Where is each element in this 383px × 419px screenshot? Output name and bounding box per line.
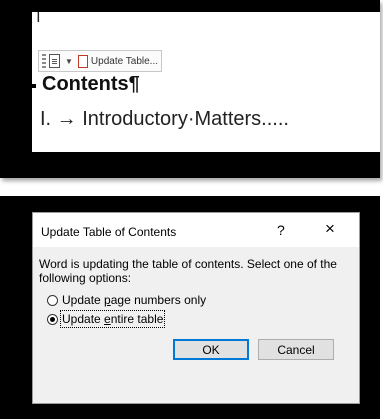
option-label-post: ntire table — [110, 312, 164, 326]
update-table-icon[interactable] — [77, 54, 88, 68]
update-table-button[interactable]: Update Table... — [91, 56, 158, 67]
toc-content-control-toolbar: ▼ Update Table... — [38, 50, 163, 72]
document-area: | ▼ Update Table... Contents¶ I. → Intro… — [32, 12, 380, 152]
help-icon[interactable]: ? — [277, 222, 285, 238]
toc-heading: Contents¶ — [42, 73, 140, 95]
radio-entire-table[interactable] — [47, 313, 58, 325]
update-toc-dialog: Update Table of Contents ? × Word is upd… — [32, 212, 360, 404]
option-page-numbers-only[interactable]: Update page numbers only — [47, 293, 206, 307]
dialog-title: Update Table of Contents — [41, 225, 177, 239]
document-icon[interactable] — [49, 54, 60, 68]
drag-handle-icon[interactable] — [42, 54, 46, 68]
option-label: Update entire table — [59, 310, 166, 328]
cancel-button[interactable]: Cancel — [258, 339, 334, 360]
option-access-key: e — [104, 312, 111, 326]
chevron-down-icon[interactable]: ▼ — [65, 57, 73, 66]
page: | ▼ Update Table... Contents¶ I. → Intro… — [0, 0, 383, 419]
paragraph-marker — [32, 84, 36, 88]
dialog-titlebar: Update Table of Contents ? × — [33, 213, 359, 247]
option-entire-table[interactable]: Update entire table — [47, 310, 166, 328]
close-icon[interactable]: × — [325, 219, 335, 239]
radio-page-numbers-only[interactable] — [47, 294, 58, 306]
document-snippet-panel: | ▼ Update Table... Contents¶ I. → Intro… — [0, 0, 380, 178]
option-label: Update page numbers only — [62, 293, 206, 307]
option-label-post: age numbers only — [110, 293, 207, 307]
dialog-panel: Update Table of Contents ? × Word is upd… — [0, 196, 380, 419]
option-access-key: p — [104, 293, 111, 307]
ok-button[interactable]: OK — [173, 339, 249, 360]
dialog-message: Word is updating the table of contents. … — [39, 257, 337, 285]
toc-entry[interactable]: I. → Introductory·Matters..... — [40, 108, 289, 131]
cut-off-text-line: | — [36, 12, 41, 22]
option-label-pre: Update — [62, 312, 105, 326]
option-label-pre: Update — [62, 293, 105, 307]
